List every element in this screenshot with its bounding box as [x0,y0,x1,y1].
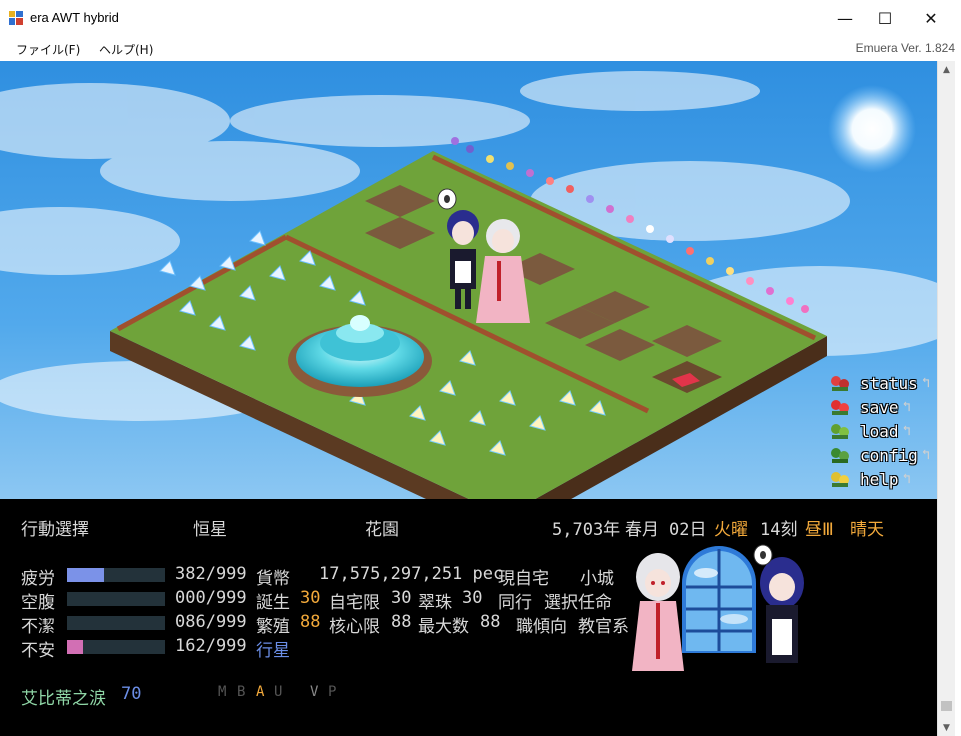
fatigue-bar-fill [67,568,105,582]
home-limit-label: 自宅限 [329,593,380,613]
config-label: config [860,445,918,465]
dirt-bar [67,616,165,630]
letter-m: M [218,684,227,700]
home-limit-value: 30 [391,588,412,608]
letter-b: B [237,684,246,700]
flower-icon [831,472,849,487]
hunger-bar [67,592,165,606]
load-label: load [860,421,899,441]
game-scene: status ↰ save ↰ load ↰ config ↰ help ↰ [0,61,937,499]
stat-label: 疲労 [21,569,55,589]
star-link[interactable]: 行星 [256,636,290,661]
menu-file[interactable]: ファイル(F) [16,41,80,58]
title-bar: era AWT hybrid — ☐ ✕ [0,0,961,37]
letter-p: P [328,684,337,700]
version-label: Emuera Ver. 1.824 [855,41,955,55]
max-label: 最大数 [418,617,469,637]
stat-value: 000/999 [175,588,247,608]
tears-value: 70 [121,684,142,704]
help-menu-item[interactable]: help ↰ [828,469,911,489]
maximize-icon: ☐ [877,8,893,28]
flower-icon [831,376,849,391]
return-arrow-icon: ↰ [921,375,931,391]
return-arrow-icon: ↰ [921,447,931,463]
config-menu-item[interactable]: config ↰ [828,445,930,465]
portrait-white-hair [632,553,684,671]
maximize-button[interactable]: ☐ [862,0,908,36]
flower-icon [831,424,849,439]
stat-value: 382/999 [175,564,247,584]
time-hour: 14刻 [760,520,798,540]
garden-scene [0,61,937,499]
stat-label: 不潔 [21,617,55,637]
window-title: era AWT hybrid [30,10,119,25]
stat-value: 086/999 [175,612,247,632]
anxiety-bar [67,640,165,654]
help-label: help [860,469,899,489]
menu-bar: ファイル(F) ヘルプ(H) Emuera Ver. 1.824 [0,36,961,61]
date-weekday: 火曜 [714,520,748,540]
home-value: 小城 [580,569,614,589]
date-day: 02日 [669,520,707,540]
action-select[interactable]: 行動選擇 [21,515,89,540]
companion-select[interactable]: 選択任命 [544,588,612,613]
portrait-area [632,544,804,671]
tears-label: 艾比蒂之涙 [21,689,106,709]
save-label: save [860,397,899,417]
location-area: 花園 [365,520,399,540]
date-year: 5,703年 [552,520,621,540]
jade-value: 30 [462,588,483,608]
scroll-thumb[interactable] [941,701,952,711]
max-value: 88 [480,612,501,632]
letter-a: A [256,684,265,700]
sun [828,85,916,173]
birth-value: 30 [300,588,321,608]
status-label: status [860,373,918,393]
anxiety-bar-fill [67,640,83,654]
job-label: 職傾向 [516,617,567,637]
weather: 晴天 [850,520,884,540]
date-season: 春月 [625,520,659,540]
dirt-bar-fill [67,616,76,630]
portrait-maid [753,544,804,663]
currency-label: 貨幣 [256,569,290,589]
location-region: 恒星 [193,520,227,540]
core-limit-label: 核心限 [329,617,380,637]
stat-label: 空腹 [21,593,55,613]
core-limit-value: 88 [391,612,412,632]
save-menu-item[interactable]: save ↰ [828,397,911,417]
currency-value: 17,575,297,251 pec [319,564,504,584]
letter-u: U [274,684,283,700]
scroll-up-icon[interactable]: ▲ [938,61,955,78]
home-label: 現自宅 [498,569,549,589]
status-menu-item[interactable]: status ↰ [828,373,930,393]
arched-window [682,546,756,653]
close-button[interactable]: ✕ [908,0,954,36]
close-icon: ✕ [924,8,938,28]
breed-value: 88 [300,612,321,632]
game-info-panel: 行動選擇 恒星 花園 5,703年 春月 02日 火曜 14刻 昼Ⅲ 晴天 疲労… [0,499,937,736]
time-period: 昼Ⅲ [805,520,834,540]
return-arrow-icon: ↰ [902,423,911,439]
stat-value: 162/999 [175,636,247,656]
breed-label: 繁殖 [256,617,290,637]
stat-label: 不安 [21,641,55,661]
jade-label: 翠珠 [418,593,452,613]
fatigue-bar [67,568,165,582]
scroll-down-icon[interactable]: ▼ [938,719,955,736]
return-arrow-icon: ↰ [902,399,911,415]
vertical-scrollbar[interactable]: ▲ ▼ [937,61,955,736]
menu-help[interactable]: ヘルプ(H) [99,41,153,58]
load-menu-item[interactable]: load ↰ [828,421,911,441]
companion-label: 同行 [498,593,532,613]
minimize-icon: — [837,8,853,28]
app-icon [9,11,23,25]
job-value: 教官系 [578,617,629,637]
flower-icon [831,448,849,463]
return-arrow-icon: ↰ [902,471,911,487]
flower-icon [831,400,849,415]
letter-v: V [310,684,319,700]
birth-label: 誕生 [256,593,290,613]
